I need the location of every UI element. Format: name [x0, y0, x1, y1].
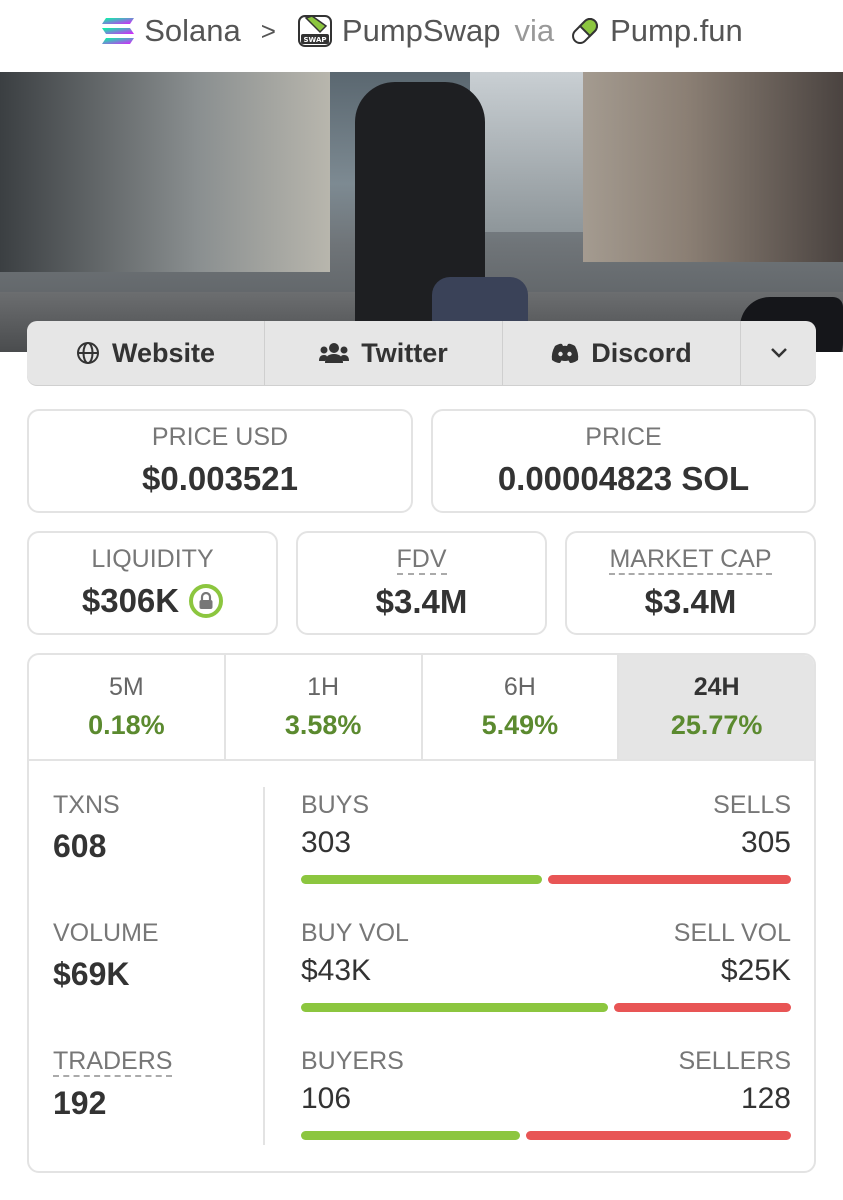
tab-change: 3.58% — [284, 710, 362, 740]
buy-vol-value: $43K — [301, 954, 372, 987]
breadcrumb-via: via — [514, 13, 555, 48]
sell-vol-label: SELL VOL — [673, 919, 791, 947]
txns-stat: TXNS 608 — [53, 791, 263, 919]
volume-label: VOLUME — [53, 919, 159, 947]
lock-icon[interactable] — [189, 584, 224, 618]
buy-bar-fill — [301, 1131, 520, 1140]
tab-change: 5.49% — [481, 710, 559, 740]
price-sol-card: PRICE 0.00004823 SOL — [431, 409, 816, 513]
traders-value: 192 — [53, 1085, 107, 1121]
buyers-sellers-row: BUYERS SELLERS 106 128 — [301, 1047, 791, 1171]
breadcrumb-chain-label: Solana — [144, 13, 241, 48]
discord-button[interactable]: Discord — [503, 321, 741, 385]
tab-6h[interactable]: 6H 5.49% — [423, 655, 620, 759]
globe-icon — [76, 342, 99, 364]
buys-sells-row: BUYS SELLS 303 305 — [301, 791, 791, 919]
market-cap-value: $3.4M — [644, 583, 737, 620]
chevron-down-icon — [770, 348, 787, 358]
market-cap-label[interactable]: MARKET CAP — [609, 545, 772, 575]
buy-bar-fill — [301, 1003, 608, 1012]
breadcrumb-chain[interactable]: Solana — [100, 13, 241, 49]
fdv-card: FDV $3.4M — [296, 531, 547, 635]
buys-value: 303 — [301, 826, 352, 859]
solana-icon — [102, 18, 135, 44]
discord-icon — [552, 343, 579, 363]
fdv-label[interactable]: FDV — [396, 545, 447, 575]
fdv-value: $3.4M — [375, 583, 468, 620]
pill-icon — [572, 18, 599, 44]
market-cap-card: MARKET CAP $3.4M — [565, 531, 816, 635]
chevron-right-icon: > — [260, 15, 276, 46]
breadcrumb-dex-label: PumpSwap — [341, 13, 501, 48]
buy-vol-label: BUY VOL — [301, 919, 409, 947]
tab-1h[interactable]: 1H 3.58% — [226, 655, 423, 759]
price-usd-value: $0.003521 — [142, 460, 298, 497]
tab-change: 25.77% — [670, 710, 763, 740]
banner-building-center — [470, 72, 600, 232]
volume-value: $69K — [53, 956, 130, 992]
banner-building-left — [0, 72, 330, 272]
volume-stat: VOLUME $69K — [53, 919, 263, 1047]
sellers-label: SELLERS — [678, 1047, 791, 1075]
liquidity-label: LIQUIDITY — [91, 545, 214, 573]
liquidity-value-row: $306K — [29, 582, 276, 620]
twitter-button[interactable]: Twitter — [265, 321, 503, 385]
buys-sells-bar — [301, 875, 791, 884]
liquidity-card: LIQUIDITY $306K — [27, 531, 278, 635]
tab-label: 24H — [693, 673, 740, 701]
tab-label: 1H — [307, 673, 340, 701]
price-sol-label: PRICE — [585, 423, 662, 451]
tab-change: 0.18% — [88, 710, 165, 740]
buyers-value: 106 — [301, 1082, 352, 1115]
sells-label: SELLS — [713, 791, 791, 819]
breadcrumb-launchpad-label: Pump.fun — [610, 13, 743, 48]
summary-stats: TXNS 608 VOLUME $69K TRADERS 192 — [53, 791, 263, 1147]
discord-label: Discord — [591, 337, 692, 368]
social-links-bar: Website Twitter Discord — [27, 321, 816, 385]
volume-bar — [301, 1003, 791, 1012]
timeframe-tabs: 5M 0.18% 1H 3.58% 6H 5.49% 24H 25.77% — [29, 655, 814, 761]
buy-bar-fill — [301, 875, 542, 884]
sells-value: 305 — [740, 826, 791, 859]
buyers-sellers-bar — [301, 1131, 791, 1140]
buy-sell-breakdown: BUYS SELLS 303 305 BUY VOL SELL VOL $43K $25… — [301, 791, 791, 1171]
breadcrumb: Solana > SWAP PumpSwap via Pump.fun — [0, 0, 843, 62]
buys-label: BUYS — [301, 791, 370, 819]
website-label: Website — [111, 337, 216, 368]
token-banner-image — [0, 72, 843, 352]
banner-building-right — [583, 72, 843, 262]
price-sol-value: 0.00004823 SOL — [497, 460, 750, 497]
tab-5m[interactable]: 5M 0.18% — [29, 655, 226, 759]
sell-bar-fill — [548, 875, 791, 884]
price-usd-card: PRICE USD $0.003521 — [27, 409, 413, 513]
stats-panel: 5M 0.18% 1H 3.58% 6H 5.49% 24H 25.77% TX… — [27, 653, 816, 1173]
column-divider — [263, 787, 265, 1145]
liquidity-value: $306K — [81, 582, 180, 619]
volume-row: BUY VOL SELL VOL $43K $25K — [301, 919, 791, 1047]
svg-text:SWAP: SWAP — [303, 36, 326, 44]
tab-label: 5M — [109, 673, 144, 701]
breadcrumb-launchpad[interactable]: Pump.fun — [568, 13, 743, 49]
website-button[interactable]: Website — [27, 321, 265, 385]
traders-stat: TRADERS 192 — [53, 1047, 263, 1147]
txns-label: TXNS — [53, 791, 120, 819]
sellers-value: 128 — [740, 1082, 791, 1115]
breadcrumb-dex[interactable]: SWAP PumpSwap — [296, 12, 501, 50]
txns-value: 608 — [53, 828, 107, 864]
pumpswap-icon: SWAP — [297, 15, 332, 47]
sell-bar-fill — [614, 1003, 791, 1012]
sell-bar-fill — [526, 1131, 791, 1140]
sell-vol-value: $25K — [720, 954, 791, 987]
traders-label[interactable]: TRADERS — [53, 1047, 173, 1077]
twitter-label: Twitter — [361, 337, 448, 368]
more-links-button[interactable] — [741, 321, 816, 385]
tab-24h[interactable]: 24H 25.77% — [619, 655, 814, 759]
price-usd-label: PRICE USD — [151, 423, 289, 451]
tab-label: 6H — [503, 673, 536, 701]
users-icon — [319, 343, 350, 363]
buyers-label: BUYERS — [301, 1047, 404, 1075]
